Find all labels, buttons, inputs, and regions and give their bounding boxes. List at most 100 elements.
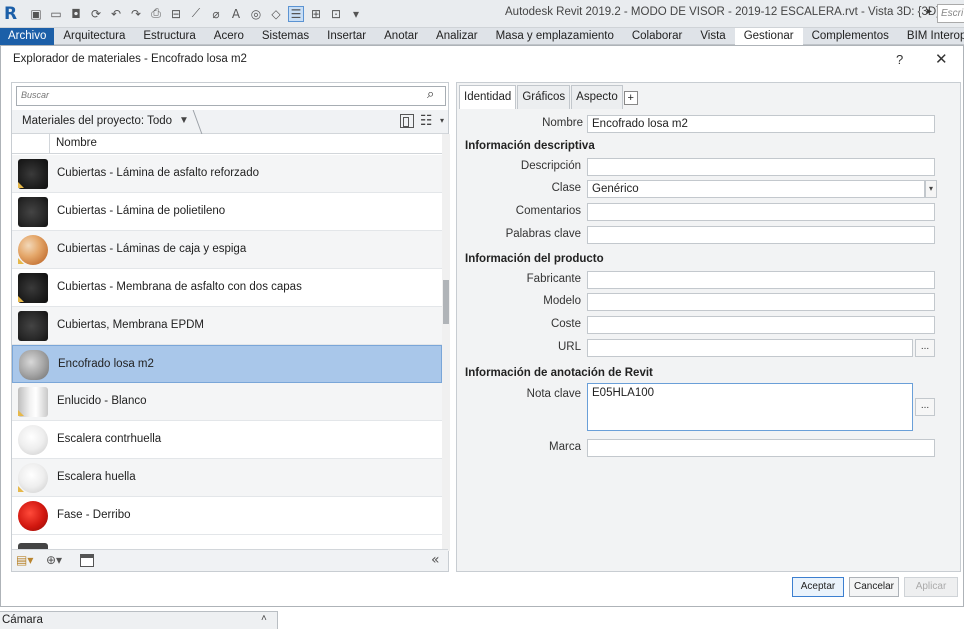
search-placeholder: Buscar	[21, 90, 50, 100]
fabricante-field[interactable]	[587, 271, 935, 289]
url-field[interactable]	[587, 339, 913, 357]
material-row[interactable]: Enlucido - Blanco	[12, 383, 442, 421]
tab-colaborar[interactable]: Colaborar	[623, 28, 692, 45]
palabras-field[interactable]	[587, 226, 935, 244]
corner-mark	[18, 182, 24, 188]
material-search-input[interactable]: Buscar ⌕	[16, 86, 446, 106]
3d-view-icon[interactable]: ◎	[248, 6, 264, 22]
clase-label: Clase	[551, 182, 581, 194]
descripcion-field[interactable]	[587, 158, 935, 176]
material-name: Fase - Derribo	[57, 509, 131, 521]
camera-label: Cámara	[2, 614, 43, 626]
home-icon[interactable]: ▣	[28, 6, 44, 22]
tab-arquitectura[interactable]: Arquitectura	[54, 28, 134, 45]
tab-acero[interactable]: Acero	[205, 28, 253, 45]
collapse-arrow-icon[interactable]: ˄	[261, 613, 267, 624]
marca-label: Marca	[549, 441, 581, 453]
close-hidden-icon[interactable]: ⊞	[308, 6, 324, 22]
corner-mark	[18, 296, 24, 302]
material-row[interactable]: Cubiertas - Membrana de asfalto con dos …	[12, 269, 442, 307]
swatch-column-header	[12, 134, 50, 154]
asset-browser-icon[interactable]	[80, 554, 94, 567]
material-row[interactable]: Escalera huella	[12, 459, 442, 497]
tab-estructura[interactable]: Estructura	[134, 28, 204, 45]
view-options-dropdown-icon[interactable]: ▾	[440, 116, 444, 125]
nota-clave-field[interactable]: E05HLA100	[587, 383, 913, 431]
scrollbar-thumb[interactable]	[443, 280, 449, 324]
modelo-field[interactable]	[587, 293, 935, 311]
tab-archivo[interactable]: Archivo	[0, 27, 55, 45]
measure-icon[interactable]: ⊟	[168, 6, 184, 22]
tab-analizar[interactable]: Analizar	[427, 28, 487, 45]
expand-arrow-icon[interactable]: ▸	[927, 6, 932, 17]
chevron-down-icon[interactable]: ▾	[925, 180, 937, 198]
material-name: Escalera contrhuella	[57, 433, 162, 445]
switch-windows-icon[interactable]: ⊡	[328, 6, 344, 22]
tab-aspecto[interactable]: Aspecto	[571, 85, 623, 109]
print-icon[interactable]: ⎙	[148, 6, 164, 22]
thin-lines-icon[interactable]: ☰	[288, 5, 304, 22]
accept-button[interactable]: Aceptar	[792, 577, 844, 597]
corner-mark	[18, 410, 24, 416]
material-row[interactable]: Cubiertas, Membrana EPDM	[12, 307, 442, 345]
revit-logo-icon[interactable]: R	[4, 5, 22, 23]
url-browse-button[interactable]: ...	[915, 339, 935, 357]
tab-anotar[interactable]: Anotar	[375, 28, 427, 45]
collapse-library-icon[interactable]: «	[431, 552, 440, 568]
material-name: Escalera huella	[57, 471, 136, 483]
close-icon[interactable]: ✕	[935, 50, 948, 68]
search-icon[interactable]: ⌕	[427, 87, 443, 105]
tab-complementos[interactable]: Complementos	[803, 28, 898, 45]
material-row[interactable]: Fase - Derribo	[12, 497, 442, 535]
tab-masa[interactable]: Masa y emplazamiento	[487, 28, 623, 45]
create-material-icon[interactable]: ▤▾	[16, 553, 33, 567]
open-icon[interactable]: ▭	[48, 6, 64, 22]
tab-insertar[interactable]: Insertar	[318, 28, 375, 45]
add-asset-icon[interactable]: +	[623, 91, 638, 105]
tab-vista[interactable]: Vista	[691, 28, 734, 45]
tab-gestionar[interactable]: Gestionar	[734, 27, 803, 45]
material-browser-dialog: Explorador de materiales - Encofrado los…	[0, 45, 964, 607]
material-name: Cubiertas - Láminas de caja y espiga	[57, 243, 247, 255]
coste-field[interactable]	[587, 316, 935, 334]
fabricante-label: Fabricante	[526, 273, 581, 285]
apply-button[interactable]: Aplicar	[904, 577, 958, 597]
section-icon[interactable]: ◇	[268, 6, 284, 22]
clase-select[interactable]: Genérico	[587, 180, 925, 198]
sync-icon[interactable]: ⟳	[88, 6, 104, 22]
material-row-selected[interactable]: Encofrado losa m2	[12, 345, 442, 383]
view-options-icon[interactable]: ☷	[420, 113, 433, 129]
nota-clave-label: Nota clave	[526, 388, 581, 400]
dimension-icon[interactable]: ⟋	[188, 6, 204, 22]
url-label: URL	[557, 341, 581, 353]
save-icon[interactable]: ◘	[68, 6, 84, 22]
marca-field[interactable]	[587, 439, 935, 457]
material-list-scrollbar[interactable]	[442, 134, 450, 551]
tab-sistemas[interactable]: Sistemas	[253, 28, 318, 45]
text-icon[interactable]: A	[228, 6, 244, 22]
material-library-icon[interactable]: ⊕▾	[46, 553, 62, 567]
tab-bim-interoperability[interactable]: BIM Interoperability	[898, 28, 964, 45]
name-column-header[interactable]: Nombre	[56, 137, 97, 149]
material-row[interactable]: Cubiertas - Láminas de caja y espiga	[12, 231, 442, 269]
material-row[interactable]: Cubiertas - Lámina de asfalto reforzado	[12, 155, 442, 193]
cancel-button[interactable]: Cancelar	[849, 577, 899, 597]
material-row[interactable]: Escalera contrhuella	[12, 421, 442, 459]
tab-identidad[interactable]: Identidad	[459, 85, 517, 109]
comentarios-field[interactable]	[587, 203, 935, 221]
app-title: Autodesk Revit 2019.2 - MODO DE VISOR - …	[505, 6, 941, 18]
material-row[interactable]: Cubiertas - Lámina de polietileno	[12, 193, 442, 231]
help-button[interactable]: ?	[896, 52, 903, 67]
show-hide-library-icon[interactable]	[400, 114, 414, 128]
nombre-field[interactable]: Encofrado losa m2	[587, 115, 935, 133]
help-search-input[interactable]: Escri	[937, 4, 964, 23]
project-materials-filter[interactable]: Materiales del proyecto: Todo	[22, 115, 172, 127]
tab-graficos[interactable]: Gráficos	[517, 85, 571, 109]
customize-qat-icon[interactable]: ▾	[348, 6, 364, 22]
undo-icon[interactable]: ↶	[108, 6, 124, 22]
tag-icon[interactable]: ⌀	[208, 6, 224, 22]
nota-clave-browse-button[interactable]: ...	[915, 398, 935, 416]
nombre-label: Nombre	[542, 117, 583, 129]
redo-icon[interactable]: ↷	[128, 6, 144, 22]
material-name: Cubiertas - Membrana de asfalto con dos …	[57, 281, 302, 293]
